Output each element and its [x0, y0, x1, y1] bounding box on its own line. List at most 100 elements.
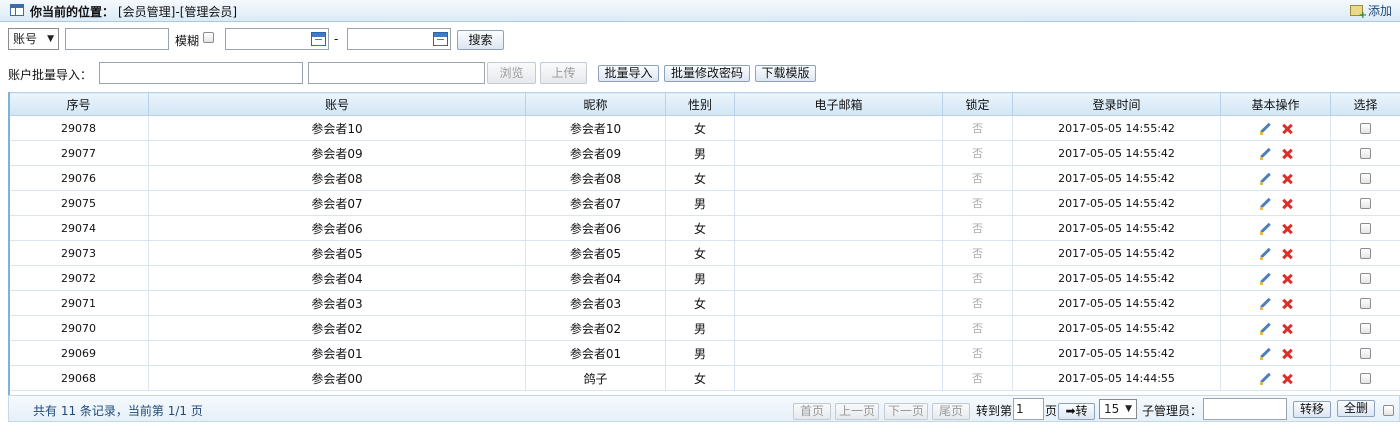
- cell-select: [1330, 115, 1400, 141]
- delete-x-icon[interactable]: [1281, 123, 1293, 135]
- import-path-input[interactable]: [99, 62, 303, 84]
- cell-nickname: 参会者01: [525, 340, 666, 366]
- row-checkbox[interactable]: [1360, 348, 1371, 359]
- pencil-icon[interactable]: [1259, 173, 1271, 185]
- cell-nickname: 参会者04: [525, 265, 666, 291]
- page-size-select[interactable]: 15 ▼: [1099, 399, 1137, 419]
- cell-login-time: 2017-05-05 14:55:42: [1012, 265, 1221, 291]
- goto-page-input[interactable]: 1: [1013, 398, 1044, 420]
- first-page-button[interactable]: 首页: [793, 403, 831, 420]
- cell-account: 参会者09: [148, 140, 526, 166]
- delete-x-icon[interactable]: [1281, 198, 1293, 210]
- cell-login-time: 2017-05-05 14:55:42: [1012, 140, 1221, 166]
- row-checkbox[interactable]: [1360, 373, 1371, 384]
- cell-select: [1330, 315, 1400, 341]
- fuzzy-checkbox[interactable]: [203, 32, 214, 43]
- row-checkbox[interactable]: [1360, 148, 1371, 159]
- pagination-bar: 共有 11 条记录，当前第 1/1 页 首页 上一页 下一页 尾页 转到第 1 …: [8, 395, 1400, 422]
- cell-gender: 男: [665, 265, 735, 291]
- cell-actions: [1220, 215, 1331, 241]
- cell-email: [734, 315, 943, 341]
- search-button[interactable]: 搜索: [457, 30, 504, 50]
- prev-page-button[interactable]: 上一页: [835, 403, 879, 420]
- cell-gender: 男: [665, 315, 735, 341]
- pencil-icon[interactable]: [1259, 198, 1271, 210]
- search-field-select[interactable]: 账号 ▼: [8, 28, 59, 50]
- cell-email: [734, 215, 943, 241]
- cell-actions: [1220, 265, 1331, 291]
- cell-locked: 否: [942, 315, 1013, 341]
- cell-select: [1330, 165, 1400, 191]
- pencil-icon[interactable]: [1259, 223, 1271, 235]
- sub-admin-input[interactable]: [1203, 398, 1287, 420]
- delete-x-icon[interactable]: [1281, 298, 1293, 310]
- cell-locked: 否: [942, 290, 1013, 316]
- pencil-icon[interactable]: [1259, 123, 1271, 135]
- date-to-input[interactable]: [347, 28, 451, 50]
- delete-x-icon[interactable]: [1281, 273, 1293, 285]
- delete-x-icon[interactable]: [1281, 223, 1293, 235]
- cell-email: [734, 290, 943, 316]
- add-button[interactable]: 添加: [1349, 2, 1392, 21]
- delete-x-icon[interactable]: [1281, 148, 1293, 160]
- batch-password-button[interactable]: 批量修改密码: [664, 65, 750, 82]
- cell-nickname: 参会者07: [525, 190, 666, 216]
- pencil-icon[interactable]: [1259, 348, 1271, 360]
- date-from-input[interactable]: [225, 28, 329, 50]
- date-separator: -: [334, 32, 339, 46]
- cell-nickname: 参会者02: [525, 315, 666, 341]
- pencil-icon[interactable]: [1259, 273, 1271, 285]
- import-file-input[interactable]: [308, 62, 485, 84]
- delete-x-icon[interactable]: [1281, 373, 1293, 385]
- goto-button[interactable]: ➡转: [1058, 403, 1095, 420]
- calendar-icon[interactable]: [311, 32, 326, 46]
- sub-admin-label: 子管理员：: [1142, 404, 1203, 418]
- delete-x-icon[interactable]: [1281, 323, 1293, 335]
- keyword-input[interactable]: [65, 28, 169, 50]
- cell-nickname: 参会者08: [525, 165, 666, 191]
- table-row: 29073 参会者05 参会者05 女否 2017-05-05 14:55:42: [8, 240, 1400, 266]
- next-page-button[interactable]: 下一页: [884, 403, 928, 420]
- row-checkbox[interactable]: [1360, 173, 1371, 184]
- delete-x-icon[interactable]: [1281, 248, 1293, 260]
- pencil-icon[interactable]: [1259, 148, 1271, 160]
- chevron-down-icon: ▼: [47, 34, 54, 44]
- pencil-icon[interactable]: [1259, 298, 1271, 310]
- cell-email: [734, 115, 943, 141]
- pencil-icon[interactable]: [1259, 373, 1271, 385]
- row-checkbox[interactable]: [1360, 223, 1371, 234]
- table-body: 29078 参会者10 参会者10 女否 2017-05-05 14:55:42 2907…: [8, 115, 1400, 391]
- delete-x-icon[interactable]: [1281, 173, 1293, 185]
- batch-import-button[interactable]: 批量导入: [598, 65, 659, 82]
- delete-x-icon[interactable]: [1281, 348, 1293, 360]
- browse-button[interactable]: 浏览: [487, 62, 536, 84]
- upload-button[interactable]: 上传: [540, 62, 587, 84]
- row-checkbox[interactable]: [1360, 123, 1371, 134]
- column-header: 昵称: [525, 92, 666, 116]
- row-checkbox[interactable]: [1360, 198, 1371, 209]
- cell-email: [734, 165, 943, 191]
- pencil-icon[interactable]: [1259, 323, 1271, 335]
- cell-id: 29070: [8, 315, 149, 341]
- column-header: 选择: [1330, 92, 1400, 116]
- search-field-value: 账号: [13, 32, 38, 46]
- row-checkbox[interactable]: [1360, 323, 1371, 334]
- row-checkbox[interactable]: [1360, 273, 1371, 284]
- pencil-icon[interactable]: [1259, 248, 1271, 260]
- last-page-button[interactable]: 尾页: [932, 403, 970, 420]
- cell-nickname: 参会者05: [525, 240, 666, 266]
- cell-nickname: 参会者10: [525, 115, 666, 141]
- cell-select: [1330, 340, 1400, 366]
- cell-actions: [1220, 315, 1331, 341]
- cell-actions: [1220, 115, 1331, 141]
- select-all-checkbox[interactable]: [1383, 405, 1394, 416]
- delete-all-button[interactable]: 全删: [1337, 400, 1375, 417]
- page-unit-label: 页: [1045, 404, 1058, 418]
- row-checkbox[interactable]: [1360, 248, 1371, 259]
- row-checkbox[interactable]: [1360, 298, 1371, 309]
- download-template-button[interactable]: 下载模版: [755, 65, 816, 82]
- transfer-button[interactable]: 转移: [1293, 401, 1331, 418]
- add-label: 添加: [1367, 4, 1392, 18]
- cell-select: [1330, 240, 1400, 266]
- calendar-icon[interactable]: [433, 32, 448, 46]
